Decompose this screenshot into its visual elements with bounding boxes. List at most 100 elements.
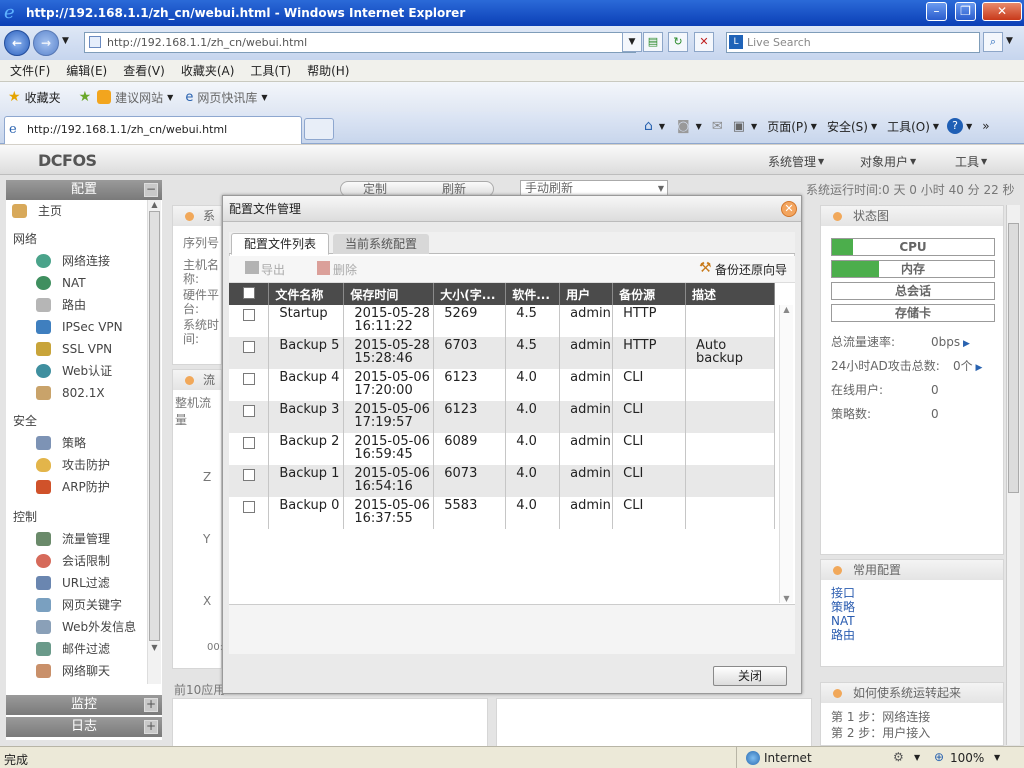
sidebar-item-network[interactable]: 网络连接 bbox=[6, 250, 162, 272]
table-row[interactable]: Startup 2015-05-28 16:11:22 5269 4.5 admi… bbox=[229, 305, 775, 337]
sidebar-item-url[interactable]: URL过滤 bbox=[6, 572, 162, 594]
refresh-icon[interactable]: ↻ bbox=[668, 32, 688, 52]
policy-link[interactable]: 策略 bbox=[831, 600, 1003, 614]
sidebar-item-policy[interactable]: 策略 bbox=[6, 432, 162, 454]
top-menu-system[interactable]: 系统管理 ▼ bbox=[768, 153, 824, 170]
table-row[interactable]: Backup 5 2015-05-28 15:28:46 6703 4.5 adm… bbox=[229, 337, 775, 369]
col-filename[interactable]: 文件名称 bbox=[268, 283, 345, 305]
page-scrollbar-thumb[interactable] bbox=[1008, 223, 1019, 493]
sidebar-config-header[interactable]: 配置 − bbox=[6, 180, 162, 200]
table-scrollbar[interactable]: ▲ ▼ bbox=[779, 305, 793, 603]
top-menu-objects[interactable]: 对象用户 ▼ bbox=[860, 153, 916, 170]
stop-icon[interactable]: ✕ bbox=[694, 32, 714, 52]
sidebar-item-ipsec[interactable]: IPSec VPN bbox=[6, 316, 162, 338]
dialog-close-icon[interactable]: ✕ bbox=[781, 201, 797, 217]
mail-icon[interactable]: ✉ bbox=[712, 119, 723, 134]
url-dropdown-button[interactable]: ▼ bbox=[622, 32, 642, 52]
sidebar-item-sslvpn[interactable]: SSL VPN bbox=[6, 338, 162, 360]
howto-step[interactable]: 第 2 步：用户接入 bbox=[831, 725, 1003, 741]
scroll-down-icon[interactable]: ▼ bbox=[780, 594, 793, 603]
feeds-icon[interactable]: ◙ bbox=[677, 119, 690, 134]
collapse-icon[interactable]: − bbox=[144, 183, 158, 197]
forward-button[interactable]: → bbox=[33, 30, 59, 56]
sidebar-item-route[interactable]: 路由 bbox=[6, 294, 162, 316]
table-row[interactable]: Backup 1 2015-05-06 16:54:16 6073 4.0 adm… bbox=[229, 465, 775, 497]
row-checkbox[interactable] bbox=[242, 309, 255, 321]
sidebar-scrollbar-thumb[interactable] bbox=[149, 211, 160, 641]
sidebar-scrollbar[interactable]: ▲ ▼ bbox=[147, 200, 161, 684]
chevron-down-icon[interactable]: ▼ bbox=[914, 753, 920, 762]
search-input[interactable]: Live Search bbox=[726, 32, 980, 53]
help-icon[interactable]: ? bbox=[947, 118, 964, 134]
search-options-icon[interactable]: ▼ bbox=[1006, 36, 1013, 46]
chevron-down-icon[interactable]: ▼ bbox=[966, 122, 972, 131]
close-button[interactable]: 关闭 bbox=[713, 666, 787, 686]
more-icon[interactable]: » bbox=[982, 119, 989, 133]
scroll-down-icon[interactable]: ▼ bbox=[148, 643, 161, 652]
expand-icon[interactable]: + bbox=[144, 698, 158, 712]
suggested-sites-link[interactable]: 建议网站 bbox=[115, 89, 163, 106]
sidebar-monitor-header[interactable]: 监控 + bbox=[6, 695, 162, 715]
chevron-down-icon[interactable]: ▼ bbox=[811, 122, 817, 131]
col-description[interactable]: 描述 bbox=[685, 283, 775, 305]
back-button[interactable]: ← bbox=[4, 30, 30, 56]
sidebar-item-attack[interactable]: 攻击防护 bbox=[6, 454, 162, 476]
row-checkbox[interactable] bbox=[242, 437, 255, 449]
sidebar-item-nat[interactable]: NAT bbox=[6, 272, 162, 294]
add-favorite-icon[interactable]: ★ bbox=[79, 89, 92, 105]
menu-edit[interactable]: 编辑(E) bbox=[66, 60, 107, 82]
row-checkbox[interactable] bbox=[242, 501, 255, 513]
scroll-up-icon[interactable]: ▲ bbox=[148, 200, 161, 209]
sidebar-item-keyword[interactable]: 网页关键字 bbox=[6, 594, 162, 616]
chevron-down-icon[interactable]: ▼ bbox=[696, 122, 702, 131]
page-scrollbar[interactable] bbox=[1006, 205, 1020, 745]
chevron-down-icon[interactable]: ▼ bbox=[933, 122, 939, 131]
col-source[interactable]: 备份源 bbox=[612, 283, 687, 305]
sidebar-item-mail[interactable]: 邮件过滤 bbox=[6, 638, 162, 660]
chevron-down-icon[interactable]: ▼ bbox=[167, 93, 173, 102]
window-close-button[interactable]: ✕ bbox=[982, 2, 1022, 21]
chevron-down-icon[interactable]: ▼ bbox=[994, 753, 1000, 762]
sidebar-item-web-outbound[interactable]: Web外发信息 bbox=[6, 616, 162, 638]
top-menu-tools[interactable]: 工具 ▼ bbox=[955, 153, 987, 170]
col-size[interactable]: 大小(字... bbox=[433, 283, 507, 305]
route-link[interactable]: 路由 bbox=[831, 628, 1003, 642]
menu-file[interactable]: 文件(F) bbox=[10, 60, 50, 82]
row-checkbox[interactable] bbox=[242, 405, 255, 417]
search-button[interactable]: ⌕ bbox=[983, 32, 1003, 52]
table-row[interactable]: Backup 2 2015-05-06 16:59:45 6089 4.0 adm… bbox=[229, 433, 775, 465]
url-input[interactable]: http://192.168.1.1/zh_cn/webui.html bbox=[84, 32, 636, 53]
row-checkbox[interactable] bbox=[242, 341, 255, 353]
browser-tab[interactable]: http://192.168.1.1/zh_cn/webui.html bbox=[4, 116, 302, 144]
interface-link[interactable]: 接口 bbox=[831, 586, 1003, 600]
export-button[interactable]: 导出 bbox=[261, 261, 285, 278]
favorites-button[interactable]: 收藏夹 bbox=[25, 89, 61, 106]
sidebar-item-webauth[interactable]: Web认证 bbox=[6, 360, 162, 382]
sidebar-item-arp[interactable]: ARP防护 bbox=[6, 476, 162, 498]
col-user[interactable]: 用户 bbox=[559, 283, 614, 305]
web-slice-gallery-link[interactable]: 网页快讯库 bbox=[197, 89, 257, 106]
history-dropdown-icon[interactable]: ▼ bbox=[62, 36, 69, 46]
arrow-right-icon[interactable]: ▶ bbox=[973, 363, 983, 373]
tab-config-list[interactable]: 配置文件列表 bbox=[231, 233, 330, 255]
delete-button[interactable]: 删除 bbox=[333, 261, 357, 278]
maximize-button[interactable]: ❐ bbox=[955, 2, 976, 21]
expand-icon[interactable]: + bbox=[144, 720, 158, 734]
table-row[interactable]: Backup 0 2015-05-06 16:37:55 5583 4.0 adm… bbox=[229, 497, 775, 529]
sidebar-item-traffic[interactable]: 流量管理 bbox=[6, 528, 162, 550]
scroll-up-icon[interactable]: ▲ bbox=[780, 305, 793, 314]
safety-menu[interactable]: 安全(S) bbox=[827, 118, 868, 135]
row-checkbox[interactable] bbox=[242, 469, 255, 481]
table-row[interactable]: Backup 4 2015-05-06 17:20:00 6123 4.0 adm… bbox=[229, 369, 775, 401]
col-version[interactable]: 软件... bbox=[505, 283, 561, 305]
howto-step[interactable]: 第 1 步：网络连接 bbox=[831, 709, 1003, 725]
page-menu[interactable]: 页面(P) bbox=[767, 118, 808, 135]
select-all-checkbox[interactable] bbox=[242, 286, 255, 299]
sidebar-item-chat[interactable]: 网络聊天 bbox=[6, 660, 162, 682]
protected-mode-icon[interactable]: ⚙ bbox=[893, 750, 904, 764]
table-row[interactable]: Backup 3 2015-05-06 17:19:57 6123 4.0 adm… bbox=[229, 401, 775, 433]
arrow-right-icon[interactable]: ▶ bbox=[960, 339, 970, 349]
print-icon[interactable]: ▣ bbox=[733, 119, 745, 134]
sidebar-item-8021x[interactable]: 802.1X bbox=[6, 382, 162, 404]
new-tab-button[interactable] bbox=[304, 118, 334, 140]
